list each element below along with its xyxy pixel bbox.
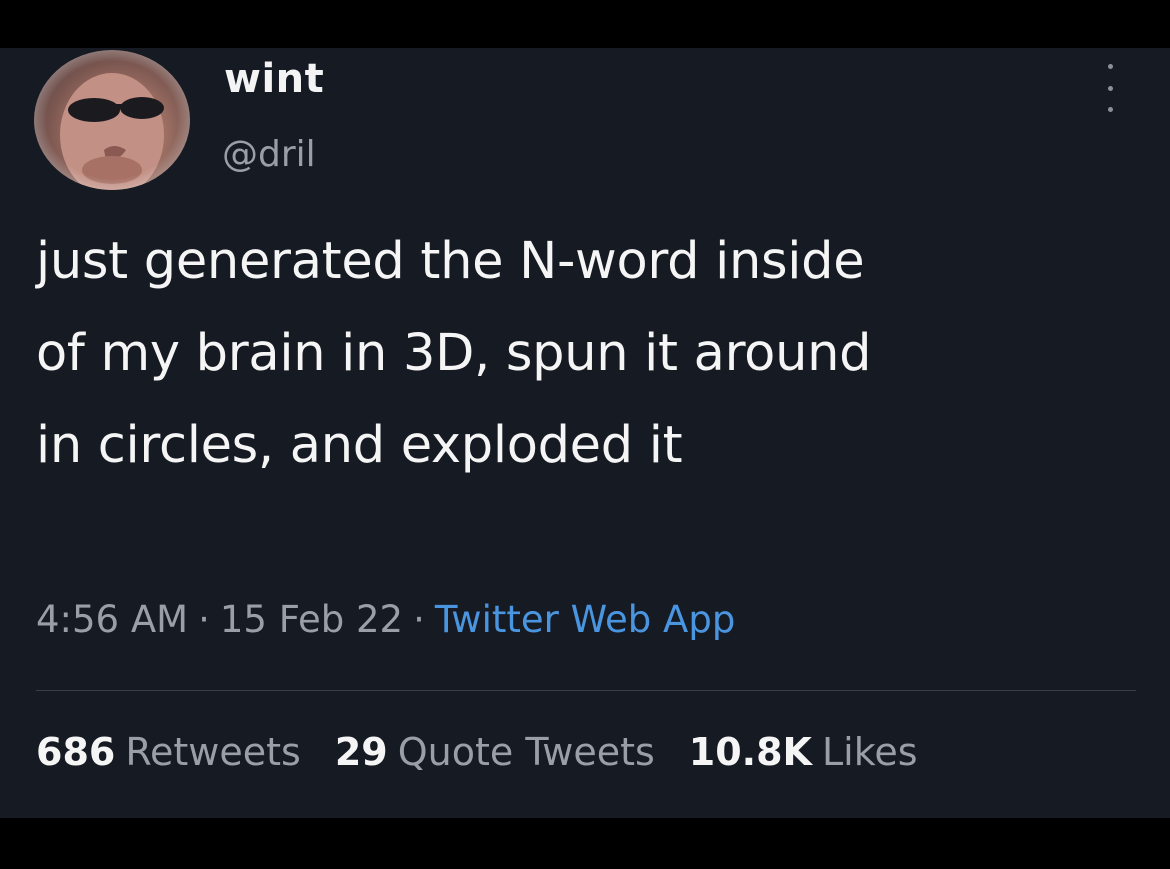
tweet-stats: 686 Retweets 29 Quote Tweets 10.8K Likes (36, 730, 918, 774)
avatar-image (34, 50, 190, 190)
tweet-text-line: just generated the N-word inside (36, 232, 865, 291)
tweet-card: wint @dril just generated the N-word ins… (0, 48, 1170, 818)
tweet-meta: 4:56 AM · 15 Feb 22 · Twitter Web App (36, 598, 735, 641)
user-handle[interactable]: @dril (222, 134, 316, 175)
likes-label: Likes (822, 730, 918, 774)
retweets-stat[interactable]: 686 Retweets (36, 730, 301, 774)
tweet-time[interactable]: 4:56 AM (36, 598, 188, 641)
more-dot (1107, 64, 1113, 69)
likes-count: 10.8K (688, 730, 812, 774)
retweets-label: Retweets (125, 730, 301, 774)
tweet-text: just generated the N-word inside of my b… (36, 216, 1126, 492)
more-vertical-icon[interactable] (1098, 64, 1122, 112)
more-dot (1107, 107, 1113, 112)
likes-stat[interactable]: 10.8K Likes (689, 730, 918, 774)
retweets-count: 686 (36, 730, 116, 774)
quote-tweets-count: 29 (334, 730, 388, 774)
more-dot (1107, 85, 1113, 91)
meta-separator: · (413, 598, 425, 641)
quote-tweets-label: Quote Tweets (397, 730, 655, 774)
meta-separator: · (198, 598, 210, 641)
avatar[interactable] (34, 50, 190, 190)
display-name[interactable]: wint (224, 56, 324, 102)
quote-tweets-stat[interactable]: 29 Quote Tweets (335, 730, 655, 774)
divider (36, 690, 1136, 691)
tweet-source-link[interactable]: Twitter Web App (435, 598, 735, 641)
tweet-text-line: in circles, and exploded it (36, 416, 683, 475)
tweet-text-line: of my brain in 3D, spun it around (36, 324, 872, 383)
tweet-date[interactable]: 15 Feb 22 (220, 598, 403, 641)
